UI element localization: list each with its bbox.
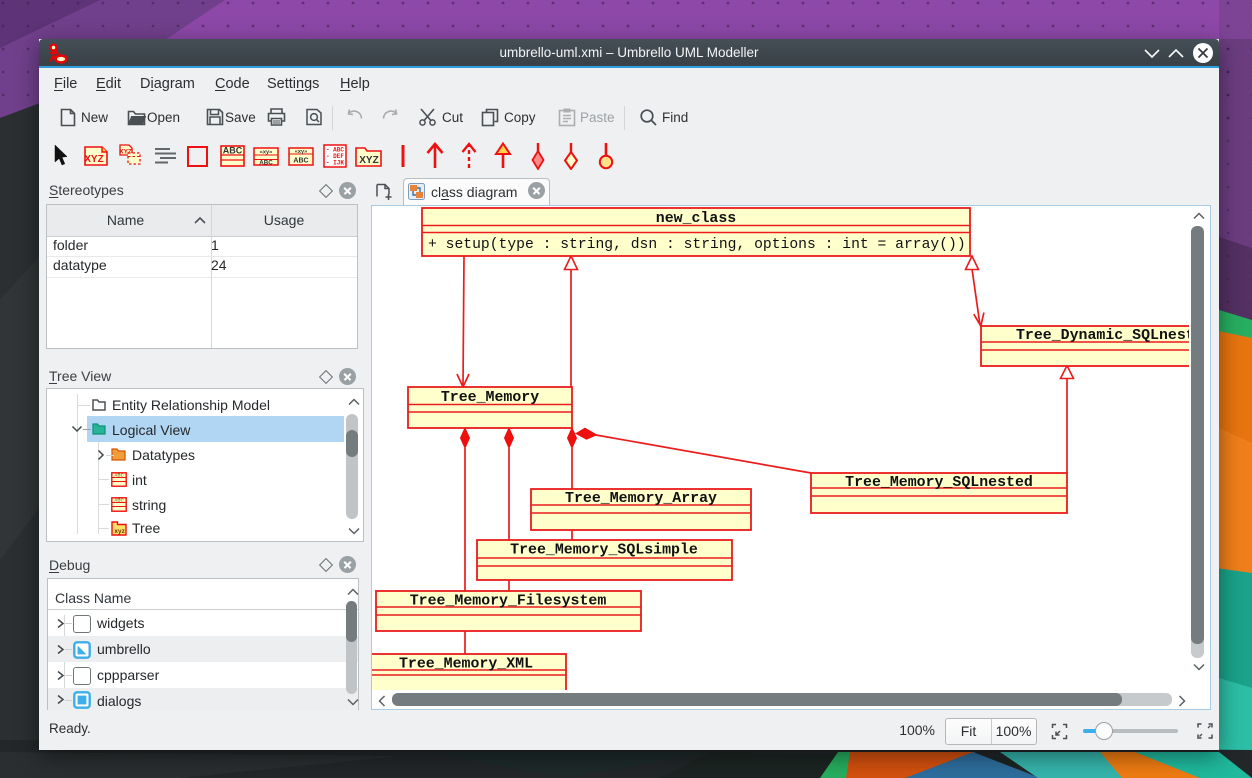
svg-text:Tree_Memory_SQLnested: Tree_Memory_SQLnested <box>845 475 1033 491</box>
svg-text:Tree_Memory_XML: Tree_Memory_XML <box>399 657 533 673</box>
svg-text:+ setup(type : string, dsn : s: + setup(type : string, dsn : string, opt… <box>428 237 966 253</box>
svg-text:XYZ: XYZ <box>359 155 378 166</box>
svg-text:Tree_Dynamic_SQLnest: Tree_Dynamic_SQLnest <box>1016 328 1189 344</box>
svg-text:xyz: xyz <box>114 528 125 535</box>
svg-text:«xy»: «xy» <box>260 150 272 156</box>
svg-text:Tree_Memory_Filesystem: Tree_Memory_Filesystem <box>410 594 607 610</box>
svg-text:«xy»: «xy» <box>295 149 307 155</box>
svg-text:new_class: new_class <box>656 211 736 227</box>
svg-text:ABC: ABC <box>114 473 124 478</box>
svg-text:Tree_Memory_Array: Tree_Memory_Array <box>565 491 717 507</box>
svg-text:ABC: ABC <box>293 158 308 165</box>
svg-text:ABC: ABC <box>223 146 243 156</box>
svg-text:ABC: ABC <box>114 498 124 503</box>
svg-text:- IJK: - IJK <box>326 160 344 167</box>
svg-text:Tree_Memory_SQLsimple: Tree_Memory_SQLsimple <box>510 543 698 559</box>
svg-text:ABC: ABC <box>259 160 273 167</box>
svg-text:Tree_Memory: Tree_Memory <box>441 390 539 406</box>
svg-text:XYZ: XYZ <box>84 154 103 165</box>
